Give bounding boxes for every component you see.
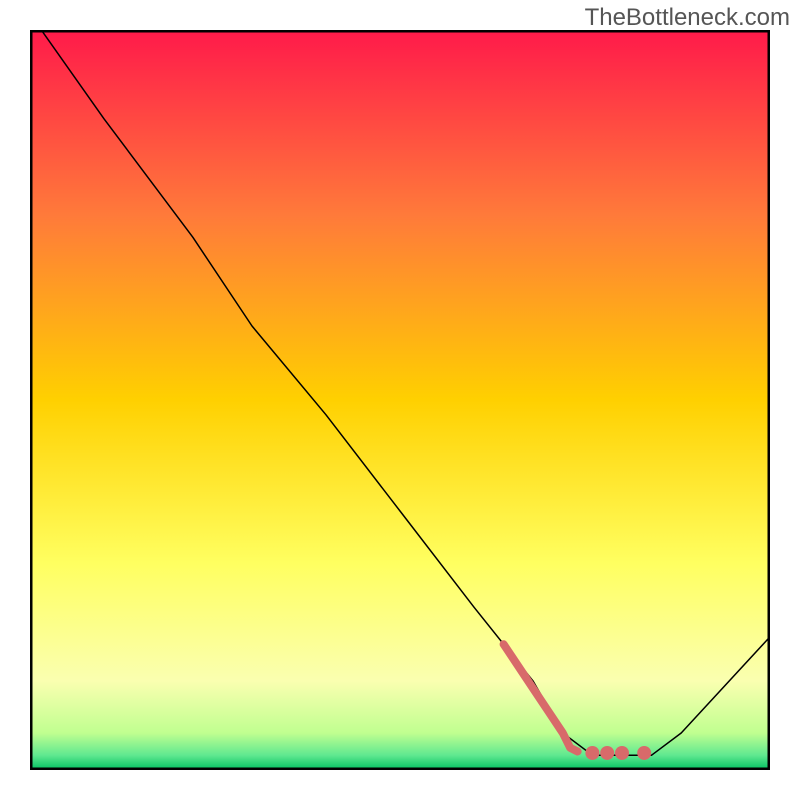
- chart-container: [30, 30, 770, 770]
- point-highlight-dots: [600, 746, 614, 760]
- point-highlight-dots: [615, 746, 629, 760]
- chart-background: [30, 30, 770, 770]
- chart-svg: [30, 30, 770, 770]
- point-highlight-dots: [585, 746, 599, 760]
- point-highlight-dots: [637, 746, 651, 760]
- watermark-label: TheBottleneck.com: [585, 4, 790, 32]
